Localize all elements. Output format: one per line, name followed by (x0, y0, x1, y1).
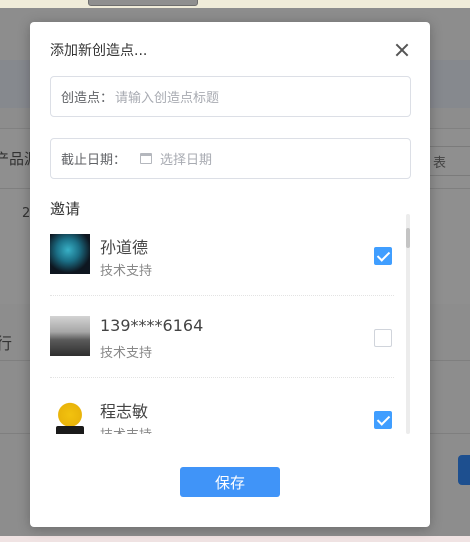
member-name: 139****6164 (100, 316, 204, 335)
avatar (50, 398, 90, 434)
background-input-text: 表 (433, 156, 447, 171)
member-list: 孙道德 技术支持 139****6164 技术支持 程志敏 技术支持 (50, 214, 408, 434)
background-top-button (88, 0, 198, 6)
deadline-placeholder: 选择日期 (160, 153, 213, 168)
add-creation-point-dialog: 添加新创造点... 创造点： 请输入创造点标题 截止日期： 选择日期 邀请 孙道… (30, 22, 430, 527)
topic-label: 创造点： (61, 91, 114, 106)
topic-placeholder: 请输入创造点标题 (115, 91, 220, 106)
background-label: 行 (0, 334, 13, 353)
deadline-date-picker[interactable]: 截止日期： 选择日期 (50, 138, 411, 179)
deadline-label: 截止日期： (61, 153, 127, 168)
dialog-title: 添加新创造点... (50, 43, 148, 59)
list-item: 孙道德 技术支持 (50, 214, 394, 296)
background-button (458, 455, 470, 485)
member-checkbox[interactable] (374, 247, 392, 265)
top-strip (0, 0, 470, 8)
scrollbar-thumb[interactable] (406, 228, 410, 248)
calendar-icon (140, 153, 153, 164)
list-item: 139****6164 技术支持 (50, 296, 394, 378)
member-role: 技术支持 (100, 424, 152, 434)
member-role: 技术支持 (100, 264, 153, 279)
member-name: 程志敏 (100, 402, 149, 421)
member-checkbox[interactable] (374, 329, 392, 347)
save-button[interactable]: 保存 (180, 467, 280, 497)
list-item: 程志敏 技术支持 (50, 378, 394, 434)
member-checkbox[interactable] (374, 411, 392, 429)
bottom-strip (0, 536, 470, 542)
avatar (50, 234, 90, 274)
avatar (50, 316, 90, 356)
member-name: 孙道德 (100, 238, 149, 257)
topic-input[interactable]: 创造点： 请输入创造点标题 (50, 76, 411, 117)
close-icon[interactable] (392, 40, 412, 60)
member-role: 技术支持 (100, 346, 153, 361)
